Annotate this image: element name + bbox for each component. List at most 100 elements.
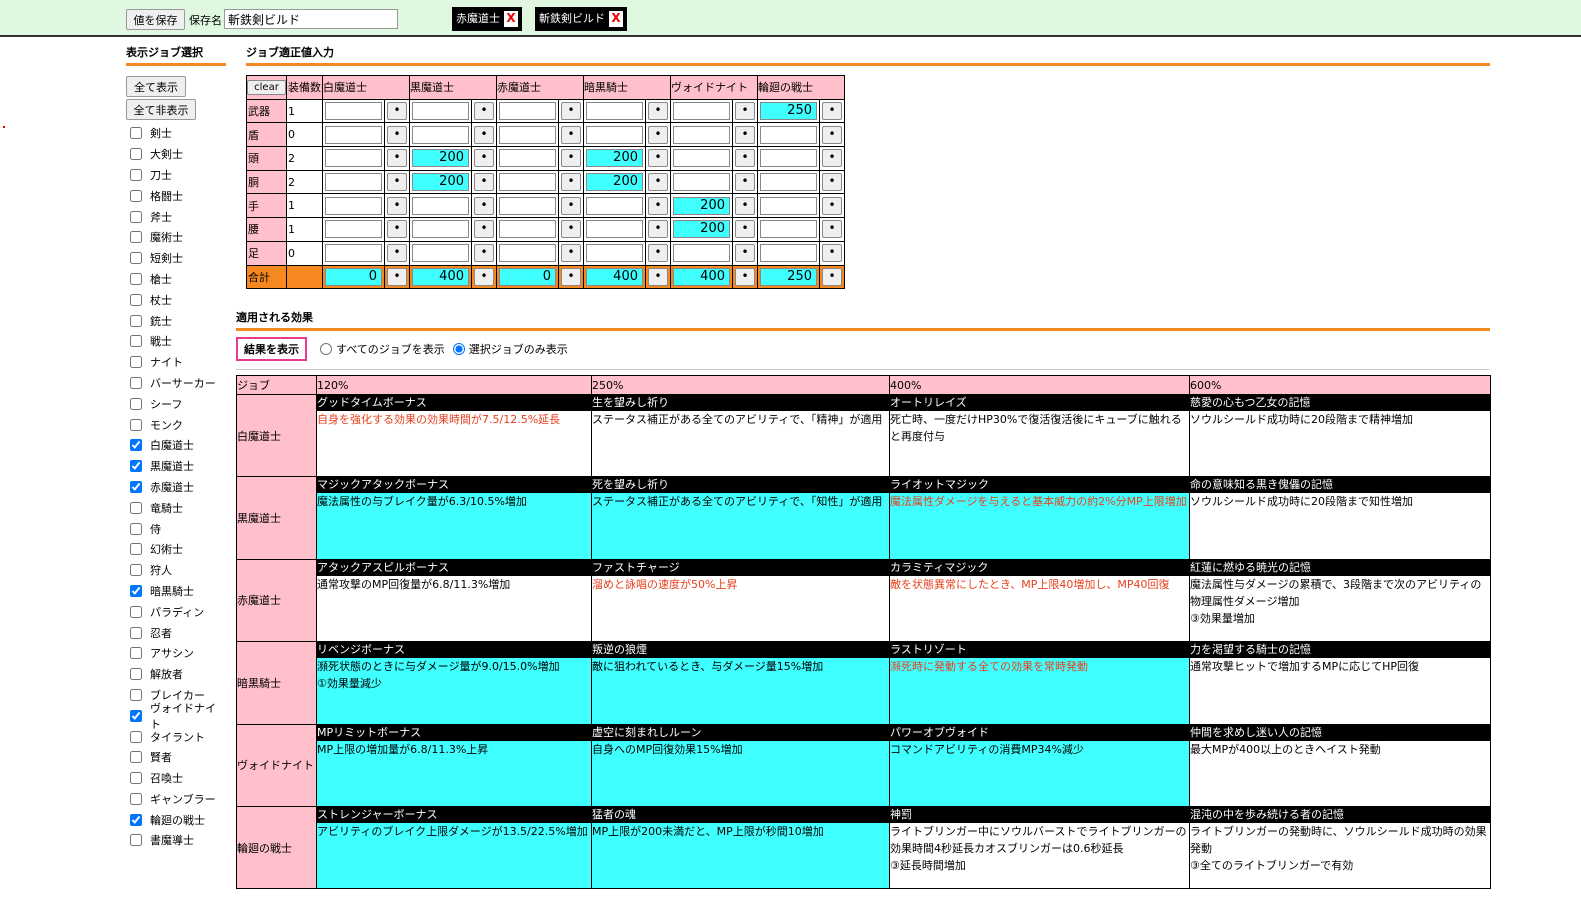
- job-checkbox[interactable]: [130, 668, 142, 681]
- job-checkbox-row[interactable]: 短剣士: [130, 248, 226, 269]
- job-checkbox[interactable]: [130, 522, 142, 535]
- job-checkbox-row[interactable]: 槍士: [130, 269, 226, 290]
- job-checkbox[interactable]: [130, 272, 142, 285]
- job-checkbox[interactable]: [130, 356, 142, 369]
- job-checkbox[interactable]: [130, 834, 142, 847]
- job-checkbox[interactable]: [130, 127, 142, 140]
- job-checkbox[interactable]: [130, 543, 142, 556]
- dot-button[interactable]: •: [387, 196, 407, 215]
- job-checkbox[interactable]: [130, 584, 142, 597]
- aptitude-value-input[interactable]: [586, 196, 643, 215]
- job-checkbox-row[interactable]: 銃士: [130, 310, 226, 331]
- job-checkbox-row[interactable]: 斧士: [130, 206, 226, 227]
- job-checkbox[interactable]: [130, 480, 142, 493]
- aptitude-value-input[interactable]: [673, 149, 730, 168]
- save-button[interactable]: 値を保存: [126, 9, 185, 30]
- dot-button[interactable]: •: [822, 149, 842, 168]
- job-checkbox-row[interactable]: 解放者: [130, 664, 226, 685]
- job-checkbox-row[interactable]: 賢者: [130, 747, 226, 768]
- job-checkbox-row[interactable]: パラディン: [130, 601, 226, 622]
- dot-button[interactable]: •: [474, 149, 494, 168]
- aptitude-value-input[interactable]: [412, 244, 469, 263]
- job-checkbox[interactable]: [130, 189, 142, 202]
- close-icon[interactable]: X: [504, 11, 518, 27]
- job-checkbox[interactable]: [130, 168, 142, 181]
- job-checkbox-row[interactable]: 召喚士: [130, 768, 226, 789]
- job-checkbox[interactable]: [130, 148, 142, 161]
- aptitude-value-input[interactable]: [586, 125, 643, 144]
- job-checkbox[interactable]: [130, 792, 142, 805]
- aptitude-value-input[interactable]: [760, 149, 817, 168]
- dot-button[interactable]: •: [387, 267, 407, 286]
- dot-button[interactable]: •: [648, 244, 668, 263]
- aptitude-value-input[interactable]: [412, 102, 469, 121]
- dot-button[interactable]: •: [648, 267, 668, 286]
- job-checkbox-row[interactable]: 格闘士: [130, 185, 226, 206]
- job-checkbox[interactable]: [130, 813, 142, 826]
- job-checkbox-row[interactable]: 魔術士: [130, 227, 226, 248]
- dot-button[interactable]: •: [474, 244, 494, 263]
- dot-button[interactable]: •: [735, 102, 755, 121]
- dot-button[interactable]: •: [735, 220, 755, 239]
- aptitude-value-input[interactable]: [586, 102, 643, 121]
- dot-button[interactable]: •: [561, 125, 581, 144]
- job-checkbox-row[interactable]: 幻術士: [130, 539, 226, 560]
- aptitude-value-input[interactable]: [412, 196, 469, 215]
- hide-all-button[interactable]: 全て非表示: [126, 99, 196, 120]
- job-checkbox[interactable]: [130, 501, 142, 514]
- job-checkbox-row[interactable]: バーサーカー: [130, 373, 226, 394]
- dot-button[interactable]: •: [387, 125, 407, 144]
- job-checkbox-row[interactable]: 狩人: [130, 560, 226, 581]
- dot-button[interactable]: •: [735, 149, 755, 168]
- aptitude-value-input[interactable]: [412, 220, 469, 239]
- aptitude-value-input[interactable]: [412, 125, 469, 144]
- preset-tag[interactable]: 赤魔道士 X: [452, 7, 522, 31]
- job-checkbox[interactable]: [130, 439, 142, 452]
- aptitude-value-input[interactable]: [499, 244, 556, 263]
- dot-button[interactable]: •: [387, 173, 407, 192]
- dot-button[interactable]: •: [648, 220, 668, 239]
- job-checkbox-row[interactable]: 白魔道士: [130, 435, 226, 456]
- dot-button[interactable]: •: [735, 173, 755, 192]
- radio-selected-jobs[interactable]: 選択ジョブのみ表示: [452, 341, 568, 357]
- job-checkbox-row[interactable]: 黒魔道士: [130, 456, 226, 477]
- job-checkbox[interactable]: [130, 252, 142, 265]
- dot-button[interactable]: •: [822, 102, 842, 121]
- dot-button[interactable]: •: [474, 267, 494, 286]
- dot-button[interactable]: •: [822, 125, 842, 144]
- job-checkbox[interactable]: [130, 335, 142, 348]
- aptitude-value-input[interactable]: 200: [412, 173, 469, 192]
- job-checkbox[interactable]: [130, 293, 142, 306]
- dot-button[interactable]: •: [648, 173, 668, 192]
- job-checkbox[interactable]: [130, 688, 142, 701]
- job-checkbox[interactable]: [130, 709, 142, 722]
- aptitude-value-input[interactable]: 200: [412, 149, 469, 168]
- aptitude-value-input[interactable]: 250: [760, 102, 817, 121]
- aptitude-value-input[interactable]: [325, 102, 382, 121]
- aptitude-value-input[interactable]: [499, 196, 556, 215]
- job-checkbox[interactable]: [130, 418, 142, 431]
- job-checkbox[interactable]: [130, 772, 142, 785]
- job-checkbox-row[interactable]: シーフ: [130, 393, 226, 414]
- dot-button[interactable]: •: [822, 220, 842, 239]
- dot-button[interactable]: •: [648, 149, 668, 168]
- aptitude-value-input[interactable]: [673, 173, 730, 192]
- job-checkbox-row[interactable]: アサシン: [130, 643, 226, 664]
- aptitude-value-input[interactable]: [325, 244, 382, 263]
- dot-button[interactable]: •: [387, 220, 407, 239]
- aptitude-value-input[interactable]: [760, 196, 817, 215]
- aptitude-value-input[interactable]: [325, 196, 382, 215]
- dot-button[interactable]: •: [648, 102, 668, 121]
- radio-selected-jobs-input[interactable]: [452, 343, 465, 355]
- dot-button[interactable]: •: [735, 125, 755, 144]
- dot-button[interactable]: •: [822, 244, 842, 263]
- job-checkbox[interactable]: [130, 647, 142, 660]
- aptitude-value-input[interactable]: [325, 149, 382, 168]
- job-checkbox[interactable]: [130, 626, 142, 639]
- aptitude-value-input[interactable]: [673, 125, 730, 144]
- job-checkbox[interactable]: [130, 605, 142, 618]
- dot-button[interactable]: •: [474, 125, 494, 144]
- job-checkbox[interactable]: [130, 460, 142, 473]
- radio-all-jobs[interactable]: すべてのジョブを表示: [320, 341, 445, 357]
- aptitude-value-input[interactable]: [760, 125, 817, 144]
